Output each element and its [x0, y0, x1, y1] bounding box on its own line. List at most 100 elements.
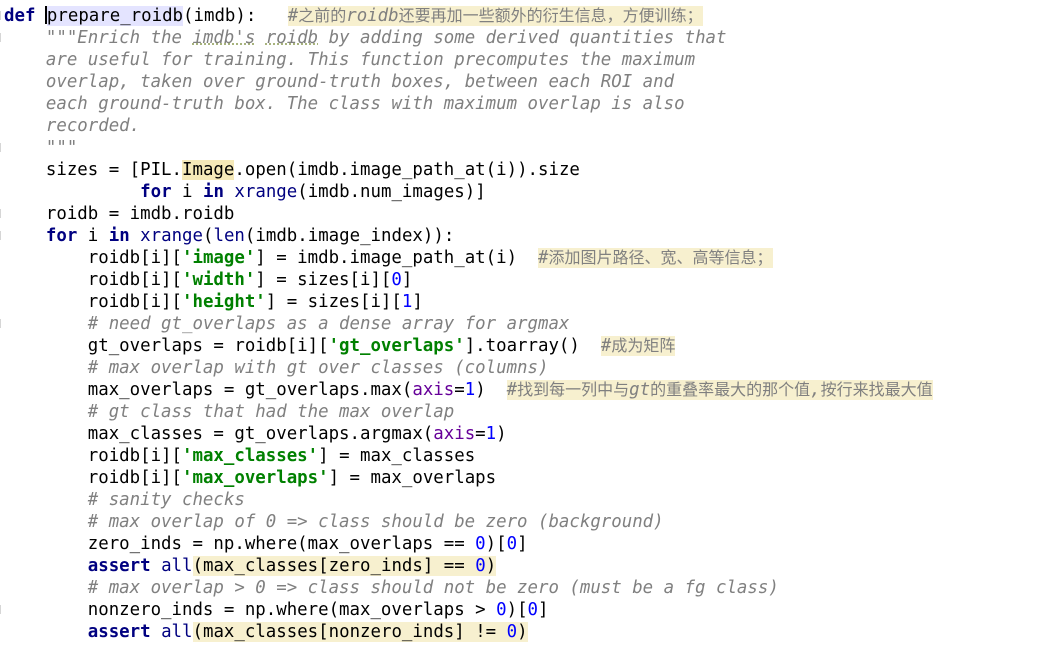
keyword: axis	[412, 380, 455, 400]
number-literal: 0	[475, 556, 486, 576]
code-token: (imdb.image_index)):	[244, 226, 455, 246]
code-line[interactable]: # gt class that had the max overlap	[0, 401, 1051, 423]
code-text: # max overlap of 0 => class should be ze…	[4, 511, 664, 533]
code-token: ] = max_classes	[318, 446, 476, 466]
docstring: are useful for training. This function p…	[45, 50, 696, 70]
code-line[interactable]: assert all(max_classes[nonzero_inds] != …	[0, 621, 1051, 643]
code-line[interactable]: each ground-truth box. The class with ma…	[0, 93, 1051, 115]
code-token: (	[203, 226, 214, 246]
comment: # sanity checks	[87, 490, 245, 510]
code-text: roidb[i]['max_overlaps'] = max_overlaps	[4, 467, 496, 489]
code-token: )	[485, 556, 497, 576]
code-token: Image	[182, 160, 235, 180]
code-token: ] = max_overlaps	[328, 468, 497, 488]
code-line[interactable]: # need gt_overlaps as a dense array for …	[0, 313, 1051, 335]
code-line[interactable]: roidb[i]['width'] = sizes[i][0]	[0, 269, 1051, 291]
code-line[interactable]: roidb[i]['max_overlaps'] = max_overlaps	[0, 467, 1051, 489]
code-token: max_classes = gt_overlaps.argmax(	[87, 424, 434, 444]
code-token: ].toarray()	[464, 336, 601, 356]
code-line[interactable]: for i in xrange(imdb.num_images)]	[0, 181, 1051, 203]
keyword: assert	[87, 556, 151, 576]
comment: # max overlap with gt over classes (colu…	[87, 358, 549, 378]
code-line[interactable]: sizes = [PIL.Image.open(imdb.image_path_…	[0, 159, 1051, 181]
number-literal: 1	[464, 380, 476, 400]
code-text: assert all(max_classes[zero_inds] == 0)	[4, 555, 497, 577]
code-line[interactable]: # max overlap of 0 => class should be ze…	[0, 511, 1051, 533]
number-literal: 0	[506, 534, 518, 554]
keyword: for	[140, 182, 172, 202]
number-literal: 0	[391, 270, 402, 290]
comment: #添加图片路径、宽、高等信息；	[538, 248, 773, 268]
code-line[interactable]: max_classes = gt_overlaps.argmax(axis=1)	[0, 423, 1051, 445]
comment: # max overlap > 0 => class should not be…	[87, 578, 779, 598]
code-token: ]	[412, 292, 423, 312]
code-line[interactable]: max_overlaps = gt_overlaps.max(axis=1) #…	[0, 379, 1051, 401]
docstring: """	[45, 138, 78, 158]
code-token: )	[496, 424, 507, 444]
code-line[interactable]: roidb = imdb.roidb	[0, 203, 1051, 225]
code-line[interactable]: assert all(max_classes[zero_inds] == 0)	[0, 555, 1051, 577]
code-text: """	[4, 137, 77, 159]
code-token: roidb = imdb.roidb	[45, 204, 235, 224]
docstring: """Enrich the	[45, 28, 193, 48]
code-token: )	[475, 380, 507, 400]
code-text: # need gt_overlaps as a dense array for …	[4, 313, 570, 335]
code-editor[interactable]: def prepare_roidb(imdb): #之前的roidb还要再加一些…	[0, 5, 1051, 643]
code-line[interactable]: # sanity checks	[0, 489, 1051, 511]
number-literal: 0	[475, 534, 486, 554]
keyword: def	[4, 6, 36, 26]
code-token: (	[192, 556, 203, 576]
code-line[interactable]: def prepare_roidb(imdb): #之前的roidb还要再加一些…	[0, 5, 1051, 27]
code-text: max_classes = gt_overlaps.argmax(axis=1)	[4, 423, 507, 445]
number-literal: 0	[506, 622, 518, 642]
code-token: ]	[401, 270, 413, 290]
code-line[interactable]: """	[0, 137, 1051, 159]
code-text: each ground-truth box. The class with ma…	[4, 93, 685, 115]
docstring: each ground-truth box. The class with ma…	[45, 94, 685, 114]
code-line[interactable]: # max overlap with gt over classes (colu…	[0, 357, 1051, 379]
code-text: assert all(max_classes[nonzero_inds] != …	[4, 621, 528, 643]
keyword: assert	[87, 622, 151, 642]
code-line[interactable]: # max overlap > 0 => class should not be…	[0, 577, 1051, 599]
code-line[interactable]: for i in xrange(len(imdb.image_index)):	[0, 225, 1051, 247]
code-line[interactable]: zero_inds = np.where(max_overlaps == 0)[…	[0, 533, 1051, 555]
string-literal: 'gt_overlaps'	[328, 336, 465, 356]
code-token: xrange	[234, 182, 298, 202]
code-token: ] = sizes[i][	[265, 292, 402, 312]
code-line[interactable]: roidb[i]['height'] = sizes[i][1]	[0, 291, 1051, 313]
string-literal: 'image'	[182, 248, 256, 268]
code-token: roidb[i][	[87, 292, 182, 312]
keyword: axis	[433, 424, 476, 444]
code-line[interactable]: """Enrich the imdb's roidb by adding som…	[0, 27, 1051, 49]
code-text: for i in xrange(imdb.num_images)]	[4, 181, 486, 203]
code-token: zero_inds = np.where(max_overlaps ==	[87, 534, 476, 554]
code-token: roidb[i][	[87, 248, 182, 268]
code-token: all	[161, 622, 193, 642]
code-line[interactable]: overlap, taken over ground-truth boxes, …	[0, 71, 1051, 93]
code-line[interactable]: nonzero_inds = np.where(max_overlaps > 0…	[0, 599, 1051, 621]
string-literal: 'max_classes'	[182, 446, 319, 466]
code-text: max_overlaps = gt_overlaps.max(axis=1) #…	[4, 379, 933, 401]
code-line[interactable]: recorded.	[0, 115, 1051, 137]
code-text: recorded.	[4, 115, 140, 137]
code-line[interactable]: gt_overlaps = roidb[i]['gt_overlaps'].to…	[0, 335, 1051, 357]
code-text: roidb[i]['max_classes'] = max_classes	[4, 445, 475, 467]
code-line[interactable]: are useful for training. This function p…	[0, 49, 1051, 71]
code-line[interactable]: roidb[i]['max_classes'] = max_classes	[0, 445, 1051, 467]
code-line[interactable]: roidb[i]['image'] = imdb.image_path_at(i…	[0, 247, 1051, 269]
